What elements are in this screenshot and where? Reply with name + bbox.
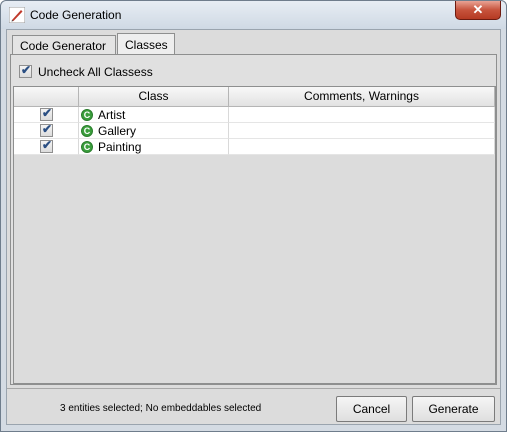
- table-row[interactable]: ✔ C Artist: [14, 106, 495, 123]
- class-name: Painting: [98, 140, 142, 154]
- footer-divider: [7, 388, 500, 389]
- column-header-comments[interactable]: Comments, Warnings: [229, 87, 495, 107]
- uncheck-all-checkbox[interactable]: ✔: [19, 63, 32, 78]
- class-cell: C Painting: [79, 139, 229, 155]
- tab-code-generator[interactable]: Code Generator: [12, 35, 116, 55]
- cancel-button[interactable]: Cancel: [336, 396, 407, 422]
- row-checkbox[interactable]: ✔: [40, 122, 53, 137]
- app-icon: [9, 7, 25, 23]
- comments-cell: [229, 139, 495, 155]
- class-icon: C: [81, 141, 93, 153]
- comments-cell: [229, 107, 495, 123]
- select-cell: ✔: [14, 122, 79, 139]
- row-checkbox[interactable]: ✔: [40, 138, 53, 153]
- uncheck-all-label[interactable]: Uncheck All Classess: [38, 65, 153, 79]
- checkmark-icon: ✔: [42, 122, 53, 136]
- generate-button[interactable]: Generate: [412, 396, 495, 422]
- class-name: Gallery: [98, 124, 137, 138]
- select-cell: ✔: [14, 138, 79, 155]
- dialog-content: Code Generator Classes ✔ Uncheck All Cla…: [6, 29, 501, 425]
- class-cell: C Artist: [79, 107, 229, 123]
- window-title: Code Generation: [30, 8, 122, 22]
- close-button[interactable]: ✕: [455, 1, 501, 20]
- select-cell: ✔: [14, 106, 79, 123]
- row-checkbox[interactable]: ✔: [40, 106, 53, 121]
- classes-table: Class Comments, Warnings ✔ C Artist ✔ C …: [13, 86, 496, 384]
- class-cell: C Gallery: [79, 123, 229, 139]
- class-icon: C: [81, 109, 93, 121]
- checkmark-icon: ✔: [21, 63, 32, 77]
- checkmark-icon: ✔: [42, 138, 53, 152]
- class-icon: C: [81, 125, 93, 137]
- status-text: 3 entities selected; No embeddables sele…: [60, 403, 262, 414]
- code-generation-dialog: Code Generation ✕ Code Generator Classes…: [0, 0, 507, 432]
- close-icon: ✕: [472, 2, 484, 17]
- column-header-class[interactable]: Class: [79, 87, 229, 107]
- comments-cell: [229, 123, 495, 139]
- column-header-select[interactable]: [14, 87, 79, 107]
- table-row[interactable]: ✔ C Painting: [14, 138, 495, 155]
- table-row[interactable]: ✔ C Gallery: [14, 122, 495, 139]
- tab-classes[interactable]: Classes: [117, 33, 175, 55]
- checkmark-icon: ✔: [42, 106, 53, 120]
- classes-panel: ✔ Uncheck All Classess Class Comments, W…: [10, 54, 497, 385]
- class-name: Artist: [98, 108, 126, 122]
- title-bar: Code Generation ✕: [1, 1, 506, 29]
